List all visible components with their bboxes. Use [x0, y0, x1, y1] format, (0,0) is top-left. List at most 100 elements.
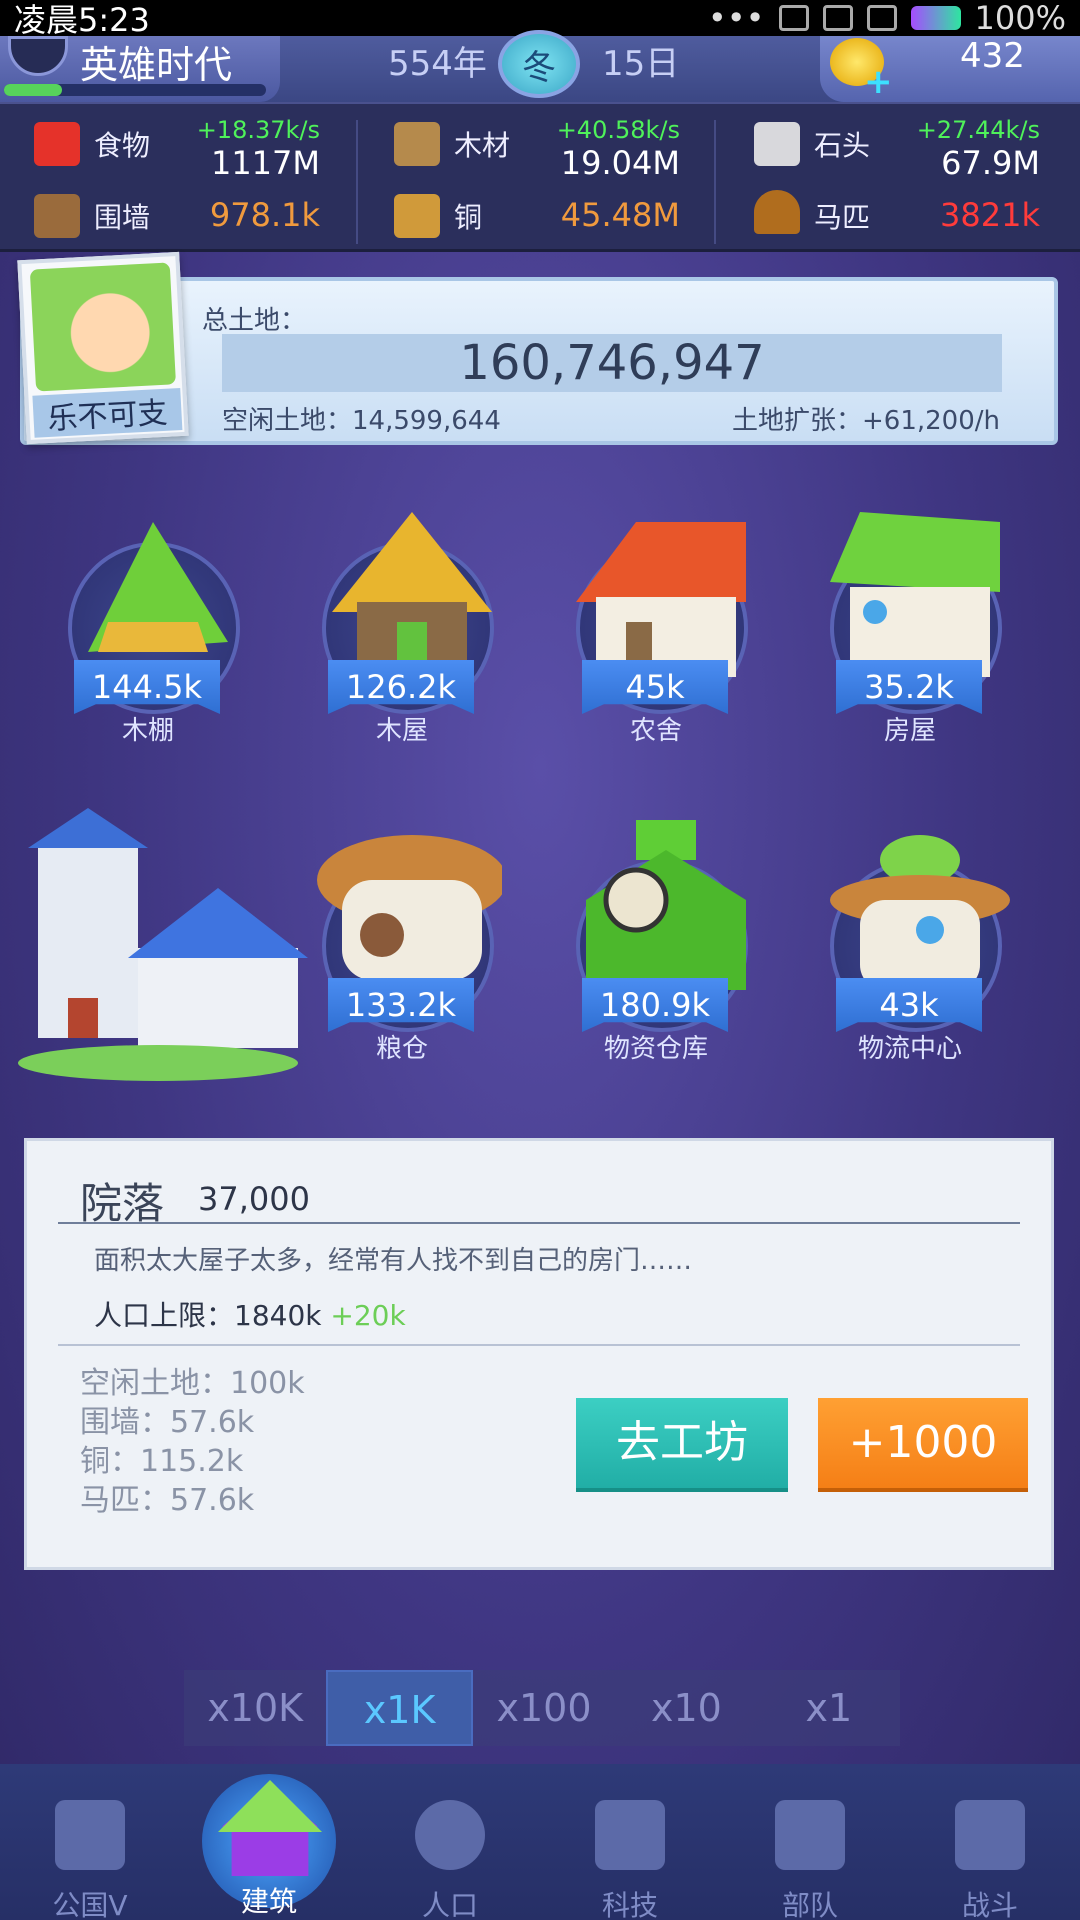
courtyard-castle-icon[interactable]: [8, 808, 328, 1088]
alarm-icon: [778, 5, 809, 31]
game-year: 554年: [388, 44, 487, 84]
era-emblem-icon: [8, 36, 68, 76]
resource-name: 铜: [454, 201, 483, 234]
nav-label: 战斗: [961, 1889, 1018, 1920]
resource-name: 食物: [94, 129, 151, 162]
requirement-wall: 围墙：57.6k: [80, 1405, 255, 1440]
multiplier-x10[interactable]: x10: [615, 1670, 757, 1746]
resource-horse: 马匹 3821k: [720, 182, 1070, 252]
nav-label: 科技: [601, 1889, 658, 1920]
go-to-workshop-button[interactable]: 去工坊: [576, 1398, 788, 1488]
detail-cost: 37,000: [198, 1180, 310, 1218]
building-house[interactable]: 35.2k 房屋: [810, 502, 1010, 762]
building-name: 木棚: [121, 716, 174, 746]
resource-name: 围墙: [94, 201, 151, 234]
building-name: 物资仓库: [603, 1034, 708, 1064]
era-bar: 英雄时代 554年 冬 15日 + 432: [0, 30, 1080, 102]
nav-battle[interactable]: 战斗: [910, 1800, 1070, 1920]
resource-value: 67.9M: [941, 144, 1040, 182]
resource-stone: 石头 +27.44k/s 67.9M: [720, 108, 1070, 182]
castle-icon: [55, 1800, 125, 1870]
player-avatar[interactable]: 乐不可支: [17, 251, 189, 445]
era-progress-bar: [4, 84, 266, 96]
food-icon: [34, 122, 80, 166]
resource-name: 马匹: [814, 201, 871, 234]
building-granary[interactable]: 133.2k 粮仓: [302, 820, 502, 1080]
requirement-copper: 铜：115.2k: [80, 1444, 244, 1479]
building-logistics-center[interactable]: 43k 物流中心: [810, 820, 1010, 1080]
add-coin-icon[interactable]: +: [864, 62, 893, 102]
game-day: 15日: [602, 44, 680, 84]
nav-troops[interactable]: 部队: [730, 1800, 890, 1920]
wood-icon: [394, 122, 440, 166]
resources-panel: 食物 +18.37k/s 1117M 木材 +40.58k/s 19.04M 石…: [0, 102, 1080, 252]
requirement-horse: 马匹：57.6k: [80, 1483, 255, 1518]
multiplier-x1[interactable]: x1: [758, 1670, 900, 1746]
resource-value: 1117M: [210, 144, 320, 182]
resource-rate: +18.37k/s: [196, 116, 320, 144]
coin-panel[interactable]: + 432: [820, 36, 1080, 102]
era-title: 英雄时代: [80, 43, 233, 87]
divider: [58, 1344, 1020, 1346]
banner-icon: [775, 1800, 845, 1870]
building-wooden-house[interactable]: 126.2k 木屋: [302, 502, 502, 762]
detail-description: 面积太大屋子太多，经常有人找不到自己的房门……: [94, 1246, 693, 1276]
resource-wood: 木材 +40.58k/s 19.04M: [360, 108, 710, 182]
era-badge[interactable]: 英雄时代: [0, 36, 280, 102]
quantity-multiplier-selector: x10K x1K x100 x10 x1: [184, 1670, 900, 1746]
resource-value: 978.1k: [209, 196, 320, 234]
building-farmhouse[interactable]: 45k 农舍: [556, 502, 756, 762]
divider: [356, 120, 358, 244]
nav-tech[interactable]: 科技: [550, 1800, 710, 1920]
land-expansion: 土地扩张：+61,200/h: [732, 406, 1000, 436]
resource-name: 石头: [814, 129, 871, 162]
requirement-idle-land: 空闲土地：100k: [80, 1366, 305, 1401]
nav-duchy[interactable]: 公国V: [10, 1800, 170, 1920]
nav-label: 公国V: [52, 1889, 128, 1920]
crossed-swords-icon: [955, 1800, 1025, 1870]
battery-icon: [910, 6, 961, 30]
nav-population[interactable]: 人口: [370, 1800, 530, 1920]
idle-land: 空闲土地：14,599,644: [222, 406, 501, 436]
population-cap-label: 人口上限：1840k: [94, 1299, 322, 1332]
notification-dots-icon: •••: [707, 0, 765, 37]
resource-rate: +40.58k/s: [556, 116, 680, 144]
nav-label: 部队: [781, 1889, 838, 1920]
population-cap: 人口上限：1840k +20k: [94, 1294, 406, 1334]
nav-buildings-label[interactable]: 建筑: [202, 1880, 336, 1920]
resource-food: 食物 +18.37k/s 1117M: [0, 108, 350, 182]
multiplier-x1k[interactable]: x1K: [326, 1670, 473, 1746]
multiplier-x10k[interactable]: x10K: [184, 1670, 326, 1746]
divider: [714, 120, 716, 244]
nav-label: 人口: [421, 1889, 478, 1920]
building-warehouse[interactable]: 180.9k 物资仓库: [556, 820, 756, 1080]
building-name: 房屋: [883, 716, 936, 746]
resource-wall: 围墙 978.1k: [0, 182, 350, 252]
signal-icon: [822, 5, 853, 31]
wifi-icon: [866, 5, 897, 31]
copper-crate-icon: [394, 194, 440, 238]
land-total-label: 总土地：: [202, 306, 307, 336]
population-cap-bonus: +20k: [330, 1299, 406, 1332]
resource-copper: 铜 45.48M: [360, 182, 710, 252]
building-name: 物流中心: [857, 1034, 962, 1064]
build-1000-button[interactable]: +1000: [818, 1398, 1028, 1488]
coin-amount: 432: [960, 36, 1025, 76]
building-shed[interactable]: 144.5k 木棚: [48, 502, 248, 762]
person-icon: [415, 1800, 485, 1870]
resource-value: 3821k: [940, 196, 1040, 234]
avatar-portrait: [29, 262, 176, 392]
fence-icon: [34, 194, 80, 238]
horse-icon: [754, 190, 800, 234]
divider: [58, 1222, 1020, 1224]
building-name: 农舍: [629, 716, 682, 746]
building-name: 木屋: [375, 716, 428, 746]
era-progress-fill: [4, 84, 62, 96]
resource-name: 木材: [454, 129, 511, 162]
land-total-value: 160,746,947: [459, 335, 765, 391]
book-icon: [595, 1800, 665, 1870]
multiplier-x100[interactable]: x100: [473, 1670, 615, 1746]
battery-percent: 100%: [974, 0, 1066, 37]
stone-icon: [754, 122, 800, 166]
player-name: 乐不可支: [32, 388, 183, 438]
